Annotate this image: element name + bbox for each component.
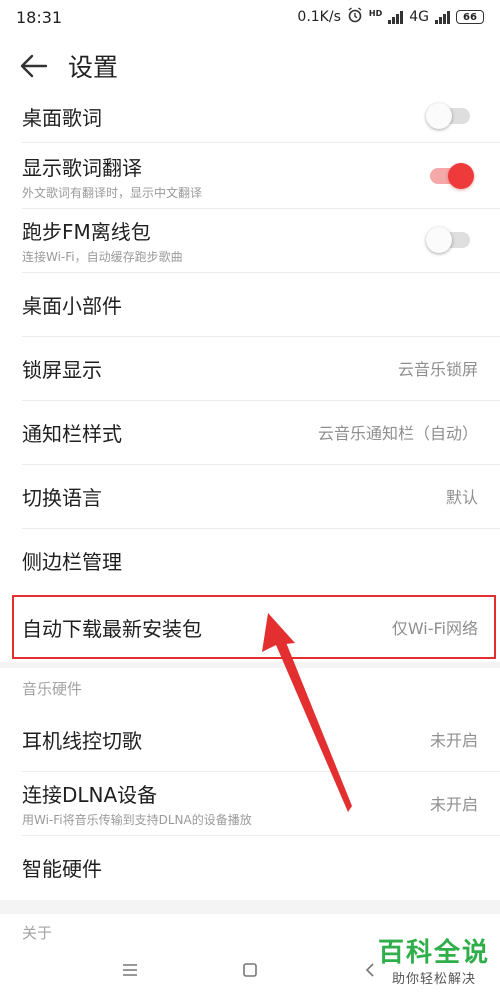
setting-label: 桌面小部件 [22,293,122,318]
setting-value: 云音乐锁屏 [397,360,478,379]
setting-sidebar-manage[interactable]: 侧边栏管理 [0,529,500,591]
setting-desktop-widget[interactable]: 桌面小部件 [0,273,500,335]
setting-language[interactable]: 切换语言 默认 [0,465,500,527]
status-indicators: 0.1K/s HD 4G 66 [297,7,484,27]
setting-value: 未开启 [429,795,478,814]
alarm-icon [347,7,363,27]
setting-lyric-translation[interactable]: 显示歌词翻译 外文歌词有翻译时，显示中文翻译 [0,148,500,204]
watermark-logo: 百科全说 助你轻松解决 [378,938,490,987]
setting-description: 用Wi-Fi将音乐传输到支持DLNA的设备播放 [22,812,252,827]
hd-badge: HD [368,8,383,18]
status-bar: 18:31 0.1K/s HD 4G 66 [0,0,500,34]
toggle-knob [426,103,452,129]
lyric-translation-toggle[interactable] [430,163,474,189]
setting-running-fm[interactable]: 跑步FM离线包 连接Wi-Fi，自动缓存跑步歌曲 [0,212,500,268]
battery-icon: 66 [456,10,484,24]
setting-label: 自动下载最新安装包 [22,616,202,641]
setting-value: 默认 [445,488,478,507]
section-separator [0,662,500,668]
toggle-knob [448,163,474,189]
net-speed: 0.1K/s [297,9,341,25]
setting-value: 仅Wi-Fi网络 [391,619,478,638]
arrow-left-icon[interactable] [20,51,50,81]
menu-icon[interactable] [110,950,150,990]
section-header-music-hardware: 音乐硬件 [22,680,83,698]
setting-notification-style[interactable]: 通知栏样式 云音乐通知栏（自动） [0,401,500,463]
setting-label: 侧边栏管理 [22,549,122,574]
status-time: 18:31 [16,7,63,27]
setting-description: 外文歌词有翻译时，显示中文翻译 [22,185,203,200]
setting-auto-download[interactable]: 自动下载最新安装包 仅Wi-Fi网络 [0,595,500,659]
desktop-lyrics-toggle[interactable] [426,103,470,129]
app-bar: 设置 [0,36,500,96]
setting-lockscreen[interactable]: 锁屏显示 云音乐锁屏 [0,337,500,399]
setting-label: 锁屏显示 [22,357,102,382]
section-separator [0,900,500,914]
signal-icon-2 [435,10,450,24]
setting-label: 智能硬件 [22,856,102,881]
signal-icon [388,10,404,24]
divider [22,771,500,772]
setting-smart-hardware[interactable]: 智能硬件 [0,836,500,898]
watermark-title: 百科全说 [377,938,490,968]
home-square-icon[interactable] [230,950,270,990]
setting-description: 连接Wi-Fi，自动缓存跑步歌曲 [22,249,183,264]
setting-label: 跑步FM离线包 [22,219,151,244]
setting-value: 未开启 [429,731,478,750]
setting-label: 耳机线控切歌 [22,728,142,753]
divider [22,208,500,209]
toggle-knob [426,227,452,253]
network-type: 4G [409,9,429,25]
setting-label: 桌面歌词 [22,105,102,130]
setting-label: 通知栏样式 [22,421,122,446]
setting-value: 云音乐通知栏（自动） [317,424,478,443]
setting-label: 显示歌词翻译 [22,155,142,180]
setting-label: 连接DLNA设备 [22,782,158,807]
setting-desktop-lyrics[interactable]: 桌面歌词 [0,96,500,136]
divider [22,142,500,143]
page-title: 设置 [68,53,119,82]
setting-dlna[interactable]: 连接DLNA设备 用Wi-Fi将音乐传输到支持DLNA的设备播放 未开启 [0,773,500,833]
watermark-subtitle: 助你轻松解决 [391,972,476,987]
running-fm-toggle[interactable] [426,227,470,253]
setting-label: 切换语言 [22,485,102,510]
setting-headset-control[interactable]: 耳机线控切歌 未开启 [0,708,500,770]
